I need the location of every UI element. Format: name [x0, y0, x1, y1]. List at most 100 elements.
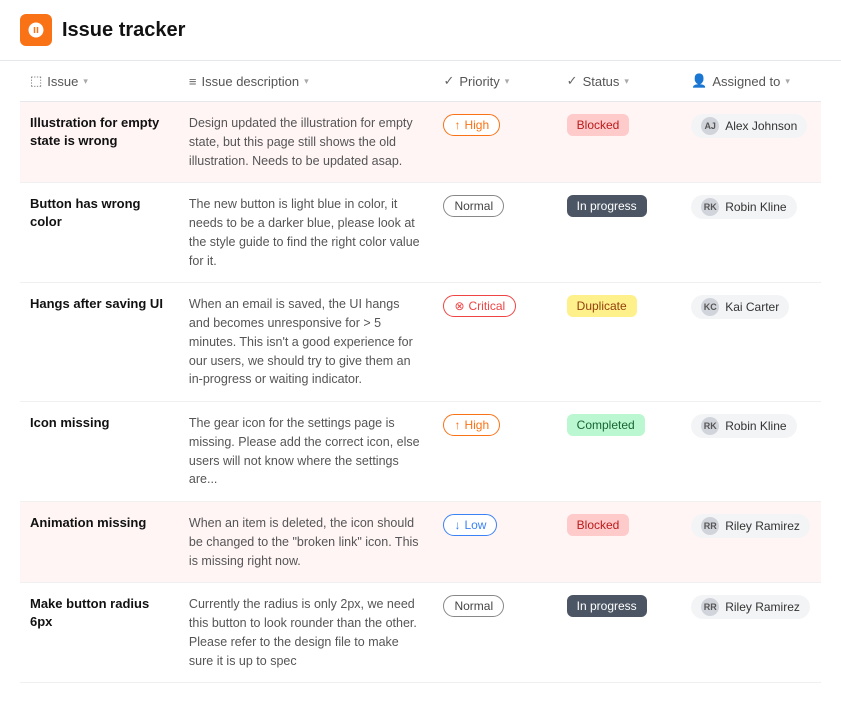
assignee-badge: RR Riley Ramirez: [691, 514, 810, 538]
assignee-cell: KCKai Carter: [681, 283, 821, 402]
app-header: Issue tracker: [0, 0, 841, 61]
app-title: Issue tracker: [62, 19, 185, 42]
status-cell: Duplicate: [557, 283, 682, 402]
issue-description: Design updated the illustration for empt…: [189, 116, 413, 168]
assignee-cell: AJ Alex Johnson: [681, 102, 821, 183]
issue-col-icon: ⬚: [30, 73, 42, 89]
status-badge: Blocked: [567, 114, 630, 136]
issue-description: When an item is deleted, the icon should…: [189, 516, 419, 568]
issue-title-cell: Hangs after saving UI: [20, 283, 179, 402]
col-assigned[interactable]: 👤 Assigned to ▾: [681, 61, 821, 102]
issue-desc-cell: The new button is light blue in color, i…: [179, 183, 434, 283]
col-status[interactable]: ✓ Status ▾: [557, 61, 682, 102]
avatar: RK: [701, 417, 719, 435]
assignee-name: Robin Kline: [725, 200, 786, 214]
assignee-cell: RR Riley Ramirez: [681, 502, 821, 583]
priority-cell: ⊗ Critical: [433, 283, 556, 402]
priority-label: High: [464, 418, 489, 432]
issue-title: Icon missing: [30, 415, 109, 430]
status-cell: In progress: [557, 183, 682, 283]
app-logo: [20, 14, 52, 46]
priority-icon: ⊗: [454, 299, 464, 313]
col-desc-chevron: ▾: [304, 76, 309, 87]
priority-label: Low: [464, 518, 486, 532]
table-row[interactable]: Hangs after saving UI When an email is sa…: [20, 283, 821, 402]
priority-label: Critical: [469, 299, 506, 313]
status-badge: Blocked: [567, 514, 630, 536]
issue-title: Make button radius 6px: [30, 596, 149, 629]
priority-cell: ↑ High: [433, 402, 556, 502]
issue-description: The gear icon for the settings page is m…: [189, 416, 420, 486]
assignee-cell: RK Robin Kline: [681, 402, 821, 502]
col-assigned-chevron: ▾: [785, 76, 790, 87]
issue-desc-cell: When an item is deleted, the icon should…: [179, 502, 434, 583]
main-content: ⬚ Issue ▾ ≡ Issue description ▾ ✓ Pr: [0, 61, 841, 703]
assignee-name: Riley Ramirez: [725, 600, 800, 614]
col-issue-label: Issue: [47, 74, 78, 89]
col-issue[interactable]: ⬚ Issue ▾: [20, 61, 179, 102]
assignee-badge: RK Robin Kline: [691, 195, 796, 219]
assignee-name: Kai Carter: [725, 300, 779, 314]
priority-label: Normal: [454, 199, 493, 213]
issue-title-cell: Animation missing: [20, 502, 179, 583]
issue-description: The new button is light blue in color, i…: [189, 197, 420, 267]
col-desc-label: Issue description: [202, 74, 300, 89]
table-row[interactable]: Animation missing When an item is deleted…: [20, 502, 821, 583]
priority-icon: ↑: [454, 118, 460, 132]
table-row[interactable]: Icon missing The gear icon for the settin…: [20, 402, 821, 502]
assignee-name: Riley Ramirez: [725, 519, 800, 533]
status-cell: Blocked: [557, 102, 682, 183]
col-priority-label: Priority: [459, 74, 499, 89]
issue-description: When an email is saved, the UI hangs and…: [189, 297, 413, 386]
assignee-badge: RK Robin Kline: [691, 414, 796, 438]
priority-label: Normal: [454, 599, 493, 613]
avatar: AJ: [701, 117, 719, 135]
priority-badge: Normal: [443, 195, 504, 217]
avatar: RR: [701, 517, 719, 535]
issue-desc-cell: Design updated the illustration for empt…: [179, 102, 434, 183]
priority-col-icon: ✓: [443, 73, 454, 89]
status-badge: In progress: [567, 195, 647, 217]
status-col-icon: ✓: [567, 73, 578, 89]
priority-icon: ↓: [454, 518, 460, 532]
priority-cell: ↓ Low: [433, 502, 556, 583]
col-status-chevron: ▾: [624, 76, 629, 87]
status-cell: Blocked: [557, 502, 682, 583]
logo-icon: [27, 21, 45, 39]
assigned-col-icon: 👤: [691, 73, 707, 89]
col-description[interactable]: ≡ Issue description ▾: [179, 61, 434, 102]
issue-title: Illustration for empty state is wrong: [30, 115, 159, 148]
issue-title-cell: Icon missing: [20, 402, 179, 502]
desc-col-icon: ≡: [189, 74, 197, 89]
issue-desc-cell: The gear icon for the settings page is m…: [179, 402, 434, 502]
issue-title-cell: Button has wrong color: [20, 183, 179, 283]
priority-icon: ↑: [454, 418, 460, 432]
priority-badge: ↑ High: [443, 114, 500, 136]
priority-badge: ↑ High: [443, 414, 500, 436]
col-assigned-label: Assigned to: [712, 74, 780, 89]
assignee-name: Robin Kline: [725, 419, 786, 433]
priority-label: High: [464, 118, 489, 132]
table-body: Illustration for empty state is wrong Des…: [20, 102, 821, 683]
issue-title-cell: Illustration for empty state is wrong: [20, 102, 179, 183]
assignee-badge: AJ Alex Johnson: [691, 114, 807, 138]
status-badge: In progress: [567, 595, 647, 617]
col-issue-chevron: ▾: [83, 76, 88, 87]
priority-cell: ↑ High: [433, 102, 556, 183]
table-row[interactable]: Button has wrong color The new button is …: [20, 183, 821, 283]
col-priority[interactable]: ✓ Priority ▾: [433, 61, 556, 102]
status-badge: Duplicate: [567, 295, 637, 317]
assignee-name: Alex Johnson: [725, 119, 797, 133]
issues-table: ⬚ Issue ▾ ≡ Issue description ▾ ✓ Pr: [20, 61, 821, 683]
avatar: RK: [701, 198, 719, 216]
issue-title: Animation missing: [30, 515, 146, 530]
assignee-badge: RRRiley Ramirez: [691, 595, 810, 619]
table-row[interactable]: Illustration for empty state is wrong Des…: [20, 102, 821, 183]
issue-desc-cell: When an email is saved, the UI hangs and…: [179, 283, 434, 402]
status-badge: Completed: [567, 414, 645, 436]
issue-title: Hangs after saving UI: [30, 296, 163, 311]
status-cell: Completed: [557, 402, 682, 502]
priority-badge: ⊗ Critical: [443, 295, 516, 317]
priority-cell: Normal: [433, 183, 556, 283]
issue-title: Button has wrong color: [30, 196, 141, 229]
